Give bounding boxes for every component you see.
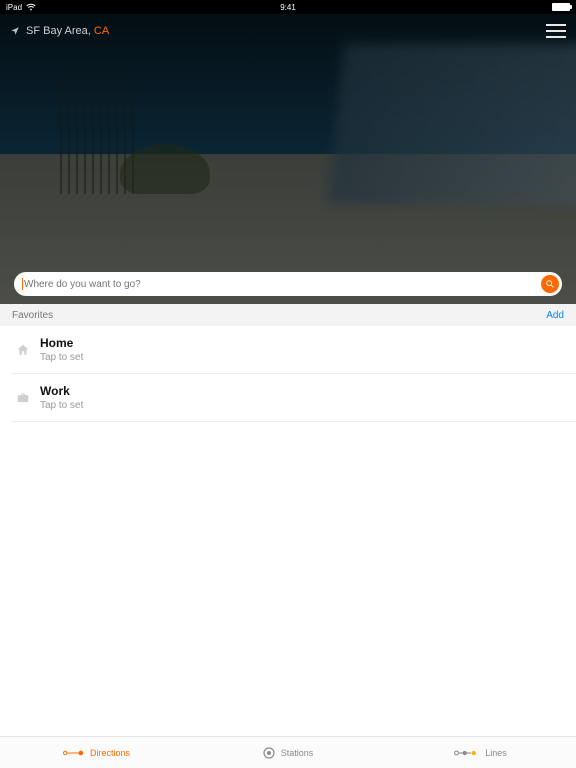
- top-bar: SF Bay Area, CA: [0, 18, 576, 44]
- text-cursor: [22, 278, 23, 290]
- status-bar: iPad 9:41: [0, 0, 576, 14]
- lines-icon: [453, 748, 479, 758]
- stations-icon: [263, 747, 275, 759]
- clock: 9:41: [280, 3, 296, 12]
- battery-icon: [552, 3, 570, 11]
- favorites-heading: Favorites: [12, 310, 53, 321]
- briefcase-icon: [14, 391, 32, 405]
- favorite-row-home[interactable]: Home Tap to set: [12, 326, 576, 374]
- favorite-subtitle: Tap to set: [40, 352, 83, 363]
- search-icon: [545, 279, 555, 289]
- nav-directions[interactable]: Directions: [0, 737, 192, 768]
- location-arrow-icon: [10, 26, 20, 36]
- search-input[interactable]: [24, 279, 541, 290]
- nav-lines[interactable]: Lines: [384, 737, 576, 768]
- favorite-subtitle: Tap to set: [40, 400, 83, 411]
- home-icon: [14, 343, 32, 357]
- location-selector[interactable]: SF Bay Area, CA: [10, 25, 109, 37]
- hero-image: SF Bay Area, CA: [0, 14, 576, 304]
- nav-stations[interactable]: Stations: [192, 737, 384, 768]
- search-button[interactable]: [541, 275, 559, 293]
- location-prefix: SF Bay Area,: [26, 25, 94, 37]
- nav-label: Stations: [281, 748, 314, 758]
- favorite-title: Work: [40, 384, 83, 398]
- favorite-row-work[interactable]: Work Tap to set: [12, 374, 576, 422]
- bottom-nav: Directions Stations Lines: [0, 736, 576, 768]
- search-bar[interactable]: [14, 272, 562, 296]
- device-label: iPad: [6, 3, 22, 12]
- favorite-title: Home: [40, 336, 83, 350]
- nav-label: Lines: [485, 748, 507, 758]
- directions-icon: [62, 749, 84, 757]
- add-favorite-button[interactable]: Add: [546, 310, 564, 321]
- wifi-icon: [26, 3, 36, 11]
- nav-label: Directions: [90, 748, 130, 758]
- location-region: CA: [94, 25, 109, 37]
- favorites-header: Favorites Add: [0, 304, 576, 326]
- menu-button[interactable]: [546, 24, 566, 38]
